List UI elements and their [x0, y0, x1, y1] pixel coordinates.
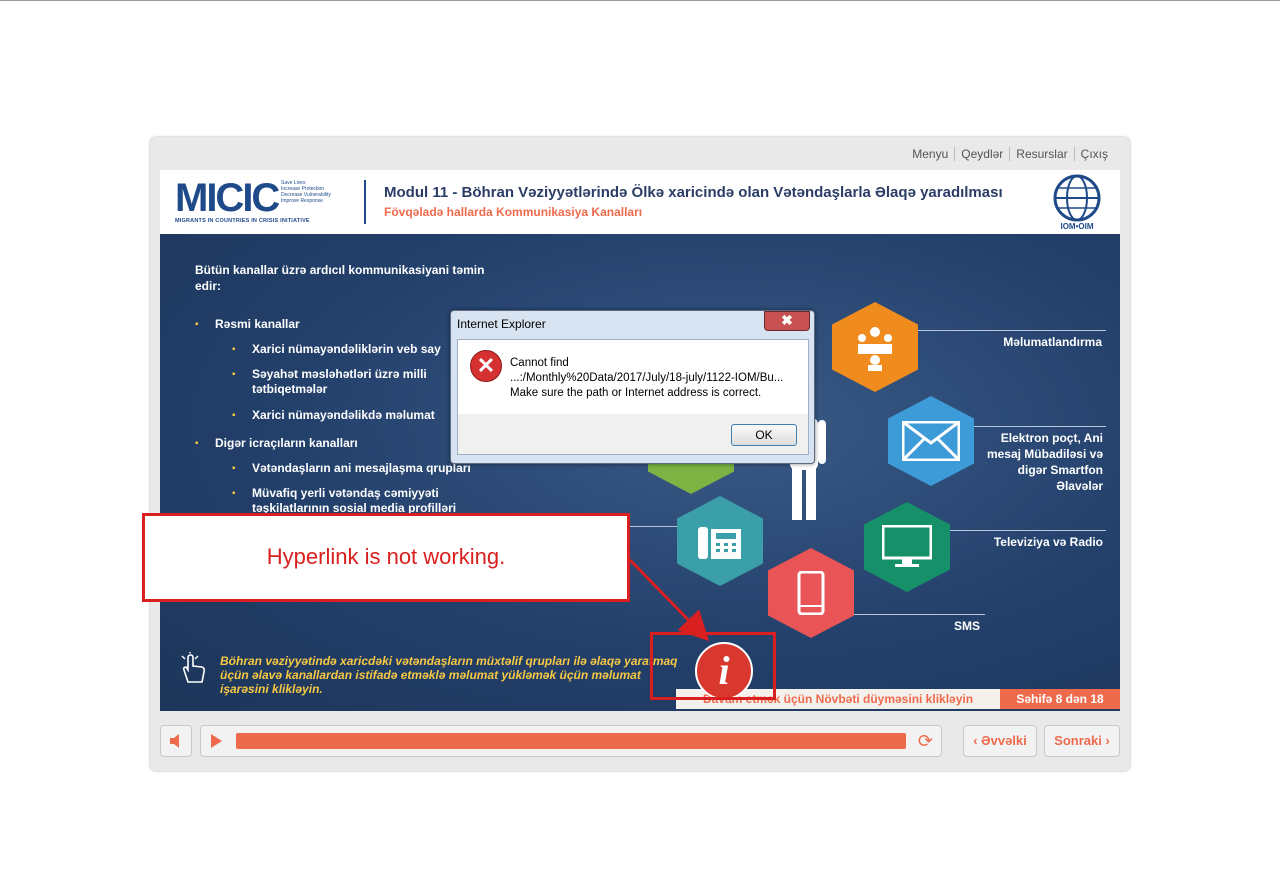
micic-logo: MICIC Save Lives Increase Protection Dec… — [175, 178, 345, 226]
instruction-hint: Böhran vəziyyətində xaricdəki vətəndaşla… — [220, 654, 678, 696]
connector-line — [630, 526, 680, 527]
channel-tv-radio[interactable] — [864, 502, 950, 592]
list-item: Səyahət məsləhətləri üzrə milli — [232, 367, 427, 382]
header-divider — [364, 180, 366, 224]
notes-link[interactable]: Qeydlər — [954, 147, 1009, 161]
slide-header: MICIC Save Lives Increase Protection Dec… — [160, 170, 1120, 234]
monitor-icon — [882, 525, 932, 567]
list-item: Xarici nümayəndəlikdə məlumat — [232, 408, 435, 423]
channel-label: Elektron poçt, Ani mesaj Mübadiləsi və d… — [986, 431, 1103, 493]
list-item-continued: tətbiqetmələr — [252, 382, 328, 396]
play-icon[interactable] — [211, 734, 222, 748]
meeting-icon — [858, 327, 892, 371]
module-title: Modul 11 - Böhran Vəziyyətlərində Ölkə x… — [384, 184, 1003, 201]
channel-label: Televiziya və Radio — [993, 535, 1103, 549]
top-menu: Menyu Qeydlər Resurslar Çıxış — [906, 147, 1114, 161]
dialog-message: Cannot find ...:/Monthly%20Data/2017/Jul… — [510, 357, 784, 399]
replay-icon[interactable]: ⟳ — [918, 732, 933, 750]
dialog-close-button[interactable]: ✖ — [764, 311, 810, 331]
mobile-icon — [797, 571, 825, 615]
dialog-body: ✕ Cannot find ...:/Monthly%20Data/2017/J… — [457, 339, 809, 415]
list-item: Vətəndaşların ani mesajlaşma qrupları — [232, 461, 471, 476]
iom-logo: IOM•OIM — [1048, 174, 1106, 232]
previous-button[interactable]: ‹ Əvvəlki — [963, 725, 1037, 757]
channel-phone[interactable] — [677, 496, 763, 586]
logo-tagline: Save Lives Increase Protection Decrease … — [281, 180, 331, 204]
next-button[interactable]: Sonraki › — [1044, 725, 1120, 757]
annotation-highlight-box — [650, 632, 776, 700]
chevron-left-icon: ‹ — [973, 733, 982, 748]
channel-meeting[interactable] — [832, 302, 918, 392]
resources-link[interactable]: Resurslar — [1009, 147, 1073, 161]
connector-line — [946, 530, 1106, 531]
click-hand-icon — [181, 652, 206, 683]
speaker-icon — [170, 734, 179, 748]
slide-content: Bütün kanallar üzrə ardıcıl kommunikasiy… — [160, 234, 1120, 711]
list-item: Digər icraçıların kanalları — [195, 436, 358, 451]
logo-subtitle: MIGRANTS IN COUNTRIES IN CRISIS INITIATI… — [175, 218, 310, 224]
channel-label: Məlumatlandırma — [1003, 335, 1102, 349]
menu-link[interactable]: Menyu — [906, 147, 954, 161]
module-subtitle: Fövqəladə hallarda Kommunikasiya Kanalla… — [384, 205, 643, 219]
volume-button[interactable] — [160, 725, 192, 757]
connector-line — [850, 614, 985, 615]
exit-link[interactable]: Çıxış — [1073, 147, 1114, 161]
envelope-icon — [902, 421, 960, 461]
error-icon: ✕ — [470, 350, 502, 382]
error-dialog: Internet Explorer ✖ ✕ Cannot find ...:/M… — [450, 310, 815, 464]
annotation-text: Hyperlink is not working. — [266, 544, 506, 569]
channel-sms[interactable] — [768, 548, 854, 638]
intro-text: Bütün kanallar üzrə ardıcıl kommunikasiy… — [195, 263, 485, 293]
connector-line — [916, 330, 1106, 331]
list-item: Rəsmi kanallar — [195, 317, 300, 332]
top-border — [0, 0, 1280, 1]
annotation-callout: Hyperlink is not working. — [142, 513, 630, 602]
channel-email[interactable] — [888, 396, 974, 486]
connector-line — [968, 426, 1106, 427]
list-item: Xarici nümayəndəliklərin veb say — [232, 342, 441, 357]
dialog-footer: OK — [457, 414, 809, 455]
playback-bar: ⟳ — [200, 725, 942, 757]
page-indicator: Səhifə 8 dən 18 — [1000, 689, 1120, 709]
fax-icon — [698, 527, 741, 559]
ok-button[interactable]: OK — [731, 424, 797, 446]
channel-label: SMS — [953, 619, 980, 633]
list-item: Müvafiq yerli vətəndaş cəmiyyəti — [232, 486, 439, 501]
progress-fill[interactable] — [236, 733, 906, 749]
dialog-title: Internet Explorer — [457, 317, 546, 331]
chevron-right-icon: › — [1101, 733, 1110, 748]
